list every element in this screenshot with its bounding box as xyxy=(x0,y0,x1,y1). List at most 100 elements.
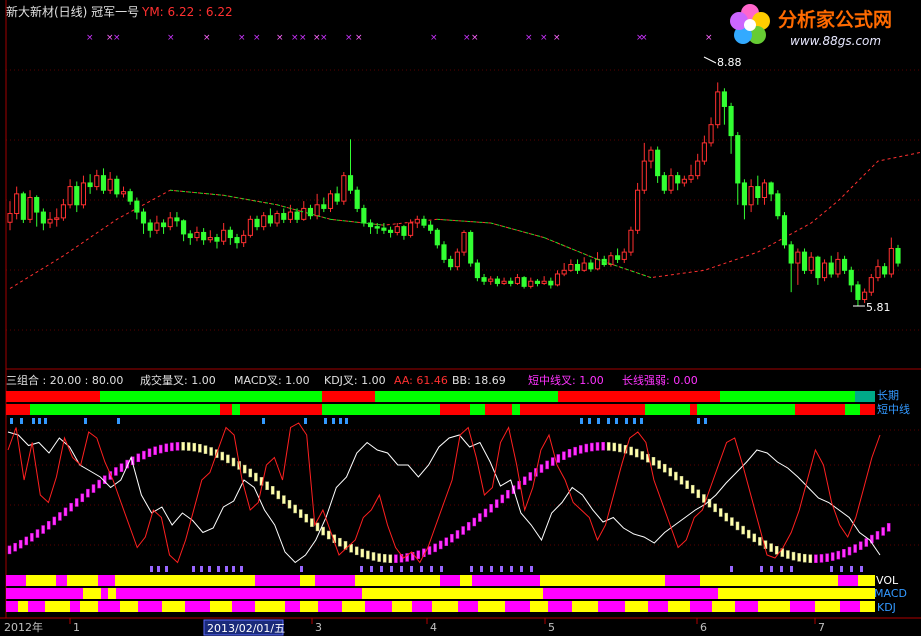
oscillator-top-marker xyxy=(633,418,636,424)
band-segment xyxy=(162,601,185,612)
oscillator-column xyxy=(270,486,275,495)
oscillator-bottom-marker xyxy=(480,566,483,572)
band-segment xyxy=(838,575,858,586)
band-segment xyxy=(530,601,548,612)
candle-body xyxy=(374,226,380,229)
oscillator-bottom-marker xyxy=(217,566,220,572)
band-segment xyxy=(232,404,240,415)
candle-body xyxy=(274,213,280,224)
band-segment xyxy=(735,575,838,586)
band-segment xyxy=(700,575,735,586)
candle-body xyxy=(334,193,340,202)
band-segment xyxy=(412,601,432,612)
band-segment xyxy=(138,601,162,612)
oscillator-top-marker xyxy=(38,418,41,424)
candle-body xyxy=(127,191,133,202)
candle-body xyxy=(748,186,754,206)
oscillator-top-marker xyxy=(44,418,47,424)
candle-body xyxy=(821,262,828,279)
candle-body xyxy=(347,175,354,191)
mid-cross-readout: 短中线叉: 1.00 xyxy=(528,373,604,387)
band-segment xyxy=(300,575,315,586)
band-segment xyxy=(185,601,210,612)
macd-cross-readout: MACD叉: 1.00 xyxy=(234,374,310,387)
oscillator-column xyxy=(354,546,359,556)
oscillator-bottom-marker xyxy=(420,566,423,572)
watermark-site-name: 分析家公式网 xyxy=(778,8,892,31)
oscillator-column xyxy=(461,526,465,535)
candle-body xyxy=(768,182,774,195)
band-segment xyxy=(40,404,220,415)
oscillator-column xyxy=(338,537,342,547)
candle-body xyxy=(615,255,621,260)
candle-body xyxy=(147,222,153,231)
candle-body xyxy=(414,218,420,224)
candle-body xyxy=(67,186,73,206)
candle-body xyxy=(882,266,888,275)
oscillator-column xyxy=(836,550,841,560)
oscillator-column xyxy=(35,529,40,538)
oscillator-column xyxy=(629,446,633,456)
band-segment xyxy=(543,588,718,599)
oscillator-column xyxy=(114,467,118,476)
band-segment xyxy=(665,575,700,586)
candle-body xyxy=(888,247,894,275)
x-axis-tick-label: 6 xyxy=(700,621,707,634)
x-axis-tick-label: 7 xyxy=(818,621,825,634)
band-segment xyxy=(67,575,98,586)
oscillator-column xyxy=(842,549,846,558)
candle-body xyxy=(314,204,320,217)
band-segment xyxy=(668,601,690,612)
oscillator-column xyxy=(679,476,684,485)
oscillator-column xyxy=(802,553,807,563)
candle-body xyxy=(488,278,494,282)
oscillator-column xyxy=(433,543,437,553)
oscillator-top-marker xyxy=(332,418,335,424)
band-segment xyxy=(845,404,860,415)
vol-band-label: VOL xyxy=(876,574,899,587)
band-segment xyxy=(6,588,83,599)
candle-body xyxy=(574,264,581,271)
oscillator-top-marker xyxy=(625,418,628,424)
oscillator-column xyxy=(881,527,885,536)
oscillator-bottom-marker xyxy=(200,566,203,572)
band-segment xyxy=(855,391,875,402)
watermark-site-url: www.88gs.com xyxy=(790,34,881,48)
candle-body xyxy=(728,105,734,137)
long-term-band xyxy=(6,391,875,402)
band-segment xyxy=(720,391,855,402)
band-segment xyxy=(26,575,56,586)
band-segment xyxy=(30,404,40,415)
oscillator-column xyxy=(24,536,29,546)
oscillator-bottom-marker xyxy=(240,566,243,572)
band-segment xyxy=(342,601,365,612)
band-segment xyxy=(712,601,735,612)
oscillator-column xyxy=(438,540,443,550)
candle-body xyxy=(254,218,260,228)
oscillator-column xyxy=(735,521,740,531)
oscillator-bottom-marker xyxy=(850,566,853,572)
oscillator-column xyxy=(550,457,555,466)
candle-body xyxy=(20,193,26,220)
candle-body xyxy=(428,224,434,231)
candle-body xyxy=(327,193,334,209)
candle-body xyxy=(434,229,440,246)
cross-signal-marker: × xyxy=(113,33,121,43)
candle-body xyxy=(848,269,854,286)
x-axis-year-label: 2012年 xyxy=(4,620,43,634)
candle-body xyxy=(835,258,841,275)
band-segment xyxy=(220,404,232,415)
candle-body xyxy=(761,182,768,199)
cross-signal-marker: × xyxy=(167,33,175,43)
candle-body xyxy=(842,258,848,271)
oscillator-column xyxy=(198,443,202,453)
oscillator-column xyxy=(668,467,673,477)
oscillator-column xyxy=(91,484,96,493)
oscillator-column xyxy=(293,504,297,514)
kdj-band xyxy=(6,601,875,612)
band-segment xyxy=(840,601,860,612)
band-segment xyxy=(858,575,875,586)
oscillator-bottom-marker xyxy=(730,566,733,572)
oscillator-top-marker xyxy=(304,418,307,424)
oscillator-column xyxy=(494,499,499,508)
